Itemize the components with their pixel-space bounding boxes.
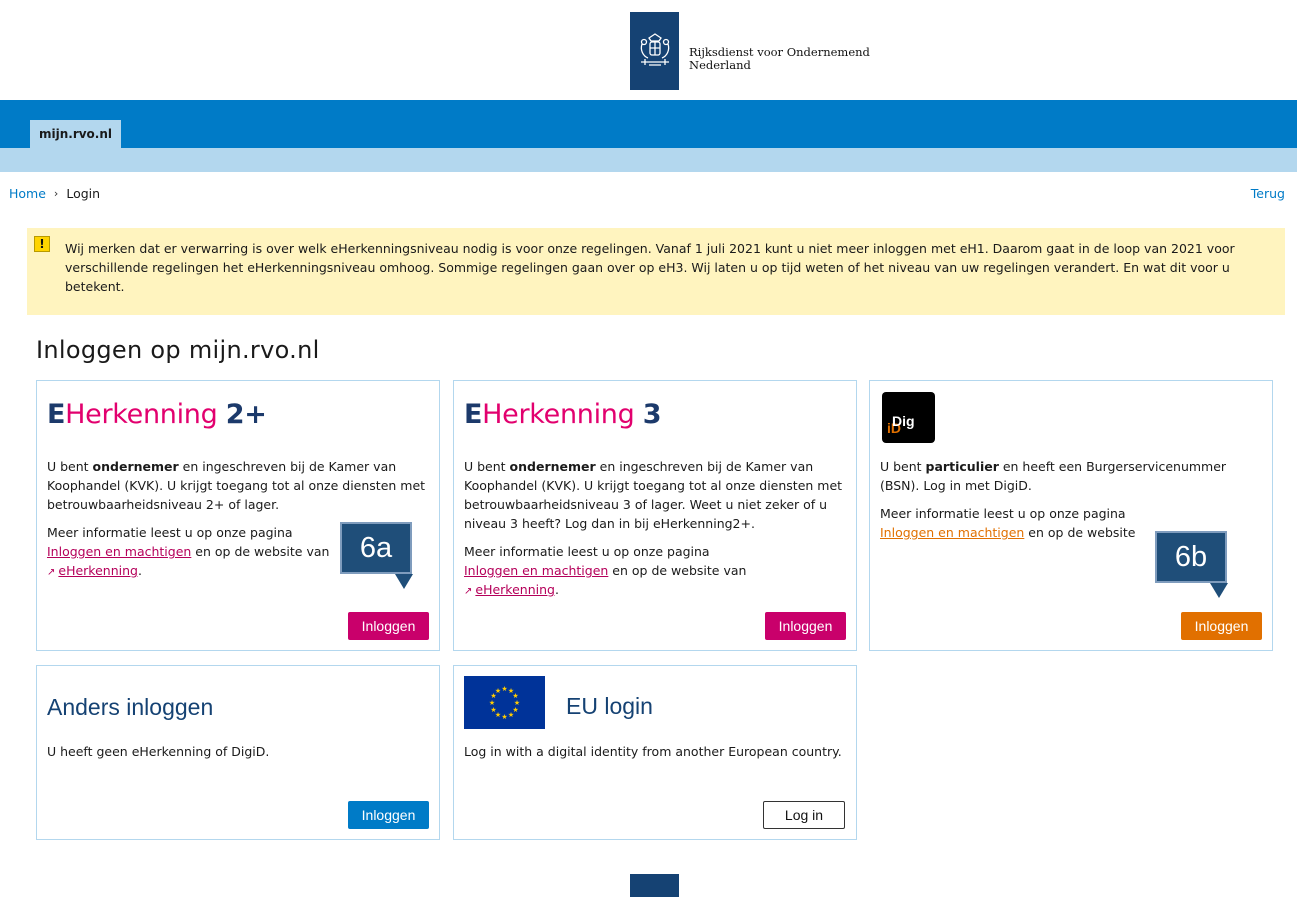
bold-text: particulier [925, 459, 999, 474]
external-link-icon: ↗ [464, 586, 473, 597]
svg-text:★: ★ [490, 706, 496, 714]
text: Meer informatie leest u op onze pagina [464, 544, 710, 559]
digid-logo: Dig iD [882, 392, 935, 443]
top-navigation-bar: mijn.rvo.nl [0, 100, 1297, 148]
bold-text: ondernemer [509, 459, 596, 474]
text: en op de website van [608, 563, 747, 578]
logo-line-2: Nederland [689, 58, 751, 72]
inloggen-machtigen-link[interactable]: Inloggen en machtigen [880, 525, 1024, 540]
card-digid: Dig iD U bent particulier en heeft een Bu… [869, 380, 1273, 651]
inloggen-digid-button[interactable]: Inloggen [1181, 612, 1262, 640]
callout-6a-pointer [395, 574, 413, 589]
logo-text: Rijksdienst voor Ondernemend Nederland [689, 46, 870, 72]
logo-e: E [464, 399, 483, 430]
text: . [137, 563, 142, 578]
sub-navigation-bar [0, 148, 1297, 172]
card-description: Log in with a digital identity from anot… [464, 744, 842, 759]
tab-mijn-rvo[interactable]: mijn.rvo.nl [30, 120, 121, 148]
callout-6a: 6a [340, 522, 412, 574]
logo-level: 3 [642, 399, 662, 430]
card-body: U heeft geen eHerkenning of DigiD. [47, 742, 429, 761]
breadcrumb-current: Login [66, 186, 101, 201]
text: Meer informatie leest u op onze pagina [47, 525, 293, 540]
svg-text:★: ★ [489, 699, 495, 707]
svg-text:★: ★ [501, 713, 507, 721]
eherkenning-link[interactable]: eHerkenning [58, 563, 138, 578]
warning-icon: ! [34, 236, 50, 252]
eu-log-in-button[interactable]: Log in [763, 801, 845, 829]
inloggen-eherkenning-3-button[interactable]: Inloggen [765, 612, 846, 640]
page-title: Inloggen op mijn.rvo.nl [36, 336, 320, 364]
logo-part: Dig [892, 413, 915, 429]
card-eu-login: ★ ★ ★ ★ ★ ★ ★ ★ ★ ★ ★ ★ EU login Log in … [453, 665, 857, 840]
eherkenning-3-logo: EHerkenning 3 [464, 399, 662, 430]
external-link-icon: ↗ [47, 567, 56, 578]
text: Meer informatie leest u op onze pagina [880, 506, 1126, 521]
card-eherkenning-3: EHerkenning 3 U bent ondernemer en inges… [453, 380, 857, 651]
footer-logo-block [630, 874, 679, 897]
card-description: U bent ondernemer en ingeschreven bij de… [47, 457, 429, 514]
svg-text:★: ★ [508, 711, 514, 719]
logo-word: Herkenning [65, 399, 218, 430]
svg-text:★: ★ [495, 687, 501, 695]
logo-word: Herkenning [482, 399, 635, 430]
text: en op de website [1024, 525, 1136, 540]
text: U bent [47, 459, 93, 474]
text: U bent [464, 459, 510, 474]
warning-alert: ! Wij merken dat er verwarring is over w… [27, 228, 1285, 315]
card-body: U bent particulier en heeft een Burgerse… [880, 457, 1262, 542]
card-body: Log in with a digital identity from anot… [464, 742, 846, 761]
inloggen-machtigen-link[interactable]: Inloggen en machtigen [47, 544, 191, 559]
alert-text: Wij merken dat er verwarring is over wel… [65, 241, 1235, 294]
callout-6b-pointer [1210, 583, 1228, 598]
text: en op de website van [191, 544, 330, 559]
text: U bent [880, 459, 926, 474]
card-description: U heeft geen eHerkenning of DigiD. [47, 744, 270, 759]
inloggen-eherkenning-2plus-button[interactable]: Inloggen [348, 612, 429, 640]
card-description: U bent ondernemer en ingeschreven bij de… [464, 457, 846, 533]
rvo-logo[interactable]: Rijksdienst voor Ondernemend Nederland [630, 12, 870, 90]
bold-text: ondernemer [92, 459, 179, 474]
text: . [554, 582, 559, 597]
breadcrumb: Home › Login [9, 186, 100, 201]
card-more-info: Meer informatie leest u op onze pagina I… [464, 542, 846, 601]
chevron-right-icon: › [53, 187, 59, 200]
breadcrumb-home-link[interactable]: Home [9, 186, 46, 201]
logo-level: 2+ [225, 399, 267, 430]
card-title: Anders inloggen [47, 694, 214, 720]
eherkenning-link[interactable]: eHerkenning [475, 582, 555, 597]
callout-6b: 6b [1155, 531, 1227, 583]
inloggen-machtigen-link[interactable]: Inloggen en machtigen [464, 563, 608, 578]
inloggen-anders-button[interactable]: Inloggen [348, 801, 429, 829]
back-link[interactable]: Terug [1251, 186, 1285, 201]
eu-flag-icon: ★ ★ ★ ★ ★ ★ ★ ★ ★ ★ ★ ★ [464, 676, 545, 729]
card-eherkenning-2plus: EHerkenning 2+ U bent ondernemer en inge… [36, 380, 440, 651]
svg-text:★: ★ [501, 685, 507, 693]
card-body: U bent ondernemer en ingeschreven bij de… [464, 457, 846, 601]
eherkenning-2plus-logo: EHerkenning 2+ [47, 399, 267, 430]
digid-logo-text: Dig iD [887, 413, 915, 436]
card-anders-inloggen: Anders inloggen U heeft geen eHerkenning… [36, 665, 440, 840]
coat-of-arms-icon [630, 12, 679, 90]
card-title: EU login [566, 693, 653, 719]
card-description: U bent particulier en heeft een Burgerse… [880, 457, 1262, 495]
logo-e: E [47, 399, 66, 430]
